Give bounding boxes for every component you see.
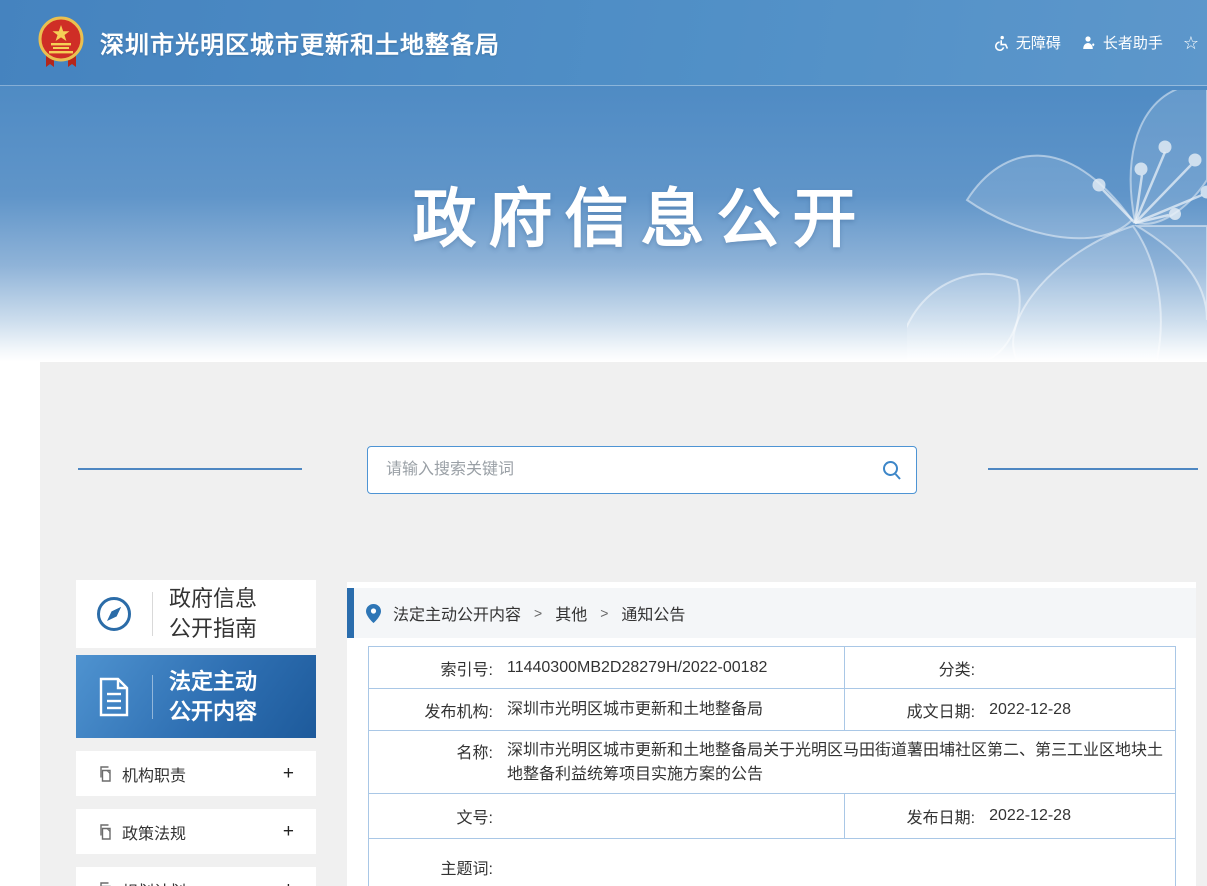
sidebar-item-statutory-disclosure[interactable]: 法定主动 公开内容 [76, 655, 316, 738]
search-icon [881, 459, 903, 481]
breadcrumb-item-statutory[interactable]: 法定主动公开内容 [393, 601, 521, 625]
agency-value: 深圳市光明区城市更新和土地整备局 [507, 698, 844, 722]
search-bar [367, 446, 917, 494]
table-row: 发布机构: 深圳市光明区城市更新和土地整备局 成文日期: 2022-12-28 [369, 689, 1176, 731]
name-label: 名称: [369, 739, 493, 763]
expand-plus-icon[interactable]: + [283, 822, 294, 841]
breadcrumb-item-notices[interactable]: 通知公告 [621, 601, 685, 625]
sidebar-item-guide-label: 政府信息 公开指南 [153, 584, 257, 644]
site-header: 深圳市光明区城市更新和土地整备局 无障碍 长者助手 ☆ [0, 0, 1207, 86]
breadcrumb: 法定主动公开内容 > 其他 > 通知公告 [347, 588, 1196, 638]
publish-date-value: 2022-12-28 [989, 804, 1175, 828]
written-date-value: 2022-12-28 [989, 698, 1175, 722]
agency-label: 发布机构: [369, 698, 493, 722]
header-utility-links: 无障碍 长者助手 ☆ [994, 32, 1199, 53]
expand-plus-icon[interactable]: + [283, 880, 294, 886]
table-row: 主题词: [369, 839, 1176, 886]
pages-icon [98, 824, 113, 840]
doc-number-label: 文号: [369, 804, 493, 828]
sidebar-item-plans[interactable]: 规划计划 + [76, 867, 316, 886]
site-title: 深圳市光明区城市更新和土地整备局 [100, 25, 500, 60]
search-deco-line-right [988, 468, 1198, 470]
keywords-label: 主题词: [369, 855, 493, 879]
sidebar-item-policies[interactable]: 政策法规 + [76, 809, 316, 854]
written-date-label: 成文日期: [845, 698, 975, 722]
page: 深圳市光明区城市更新和土地整备局 无障碍 长者助手 ☆ [0, 0, 1207, 886]
sidebar-item-guide[interactable]: 政府信息 公开指南 [76, 580, 316, 648]
main-content: 法定主动公开内容 > 其他 > 通知公告 索引号: 11440300MB2D28… [347, 582, 1196, 886]
publish-date-label: 发布日期: [845, 804, 975, 828]
name-value: 深圳市光明区城市更新和土地整备局关于光明区马田街道薯田埔社区第二、第三工业区地块… [507, 739, 1175, 787]
index-label: 索引号: [369, 656, 493, 680]
pages-icon [98, 766, 113, 782]
search-deco-line-left [78, 468, 302, 470]
expand-plus-icon[interactable]: + [283, 764, 294, 783]
document-info-table: 索引号: 11440300MB2D28279H/2022-00182 分类: 发… [368, 646, 1176, 886]
compass-icon [76, 595, 152, 633]
index-value: 11440300MB2D28279H/2022-00182 [507, 656, 844, 680]
star-icon: ☆ [1183, 34, 1199, 52]
table-row: 索引号: 11440300MB2D28279H/2022-00182 分类: [369, 647, 1176, 689]
sidebar-item-statutory-label: 法定主动 公开内容 [153, 667, 257, 727]
breadcrumb-separator: > [600, 605, 608, 621]
wheelchair-icon [994, 35, 1010, 51]
search-button[interactable] [868, 447, 916, 493]
accessibility-link[interactable]: 无障碍 [994, 32, 1061, 53]
breadcrumb-separator: > [534, 605, 542, 621]
elder-assistant-icon [1081, 35, 1097, 51]
search-input[interactable] [368, 447, 868, 493]
table-row: 名称: 深圳市光明区城市更新和土地整备局关于光明区马田街道薯田埔社区第二、第三工… [369, 731, 1176, 794]
elder-assistant-link[interactable]: 长者助手 [1081, 32, 1163, 53]
page-banner: 政府信息公开 [0, 86, 1207, 362]
sidebar: 政府信息 公开指南 法定主动 公开内容 [76, 580, 316, 886]
favorite-link[interactable]: ☆ [1183, 34, 1199, 52]
category-label: 分类: [845, 656, 975, 680]
location-pin-icon [366, 604, 381, 623]
national-emblem-logo [36, 15, 86, 71]
page-title: 政府信息公开 [0, 168, 1207, 260]
table-row: 文号: 发布日期: 2022-12-28 [369, 794, 1176, 839]
sidebar-item-duties[interactable]: 机构职责 + [76, 751, 316, 796]
breadcrumb-item-other[interactable]: 其他 [555, 601, 587, 625]
pages-icon [98, 882, 113, 886]
document-icon [76, 675, 152, 719]
